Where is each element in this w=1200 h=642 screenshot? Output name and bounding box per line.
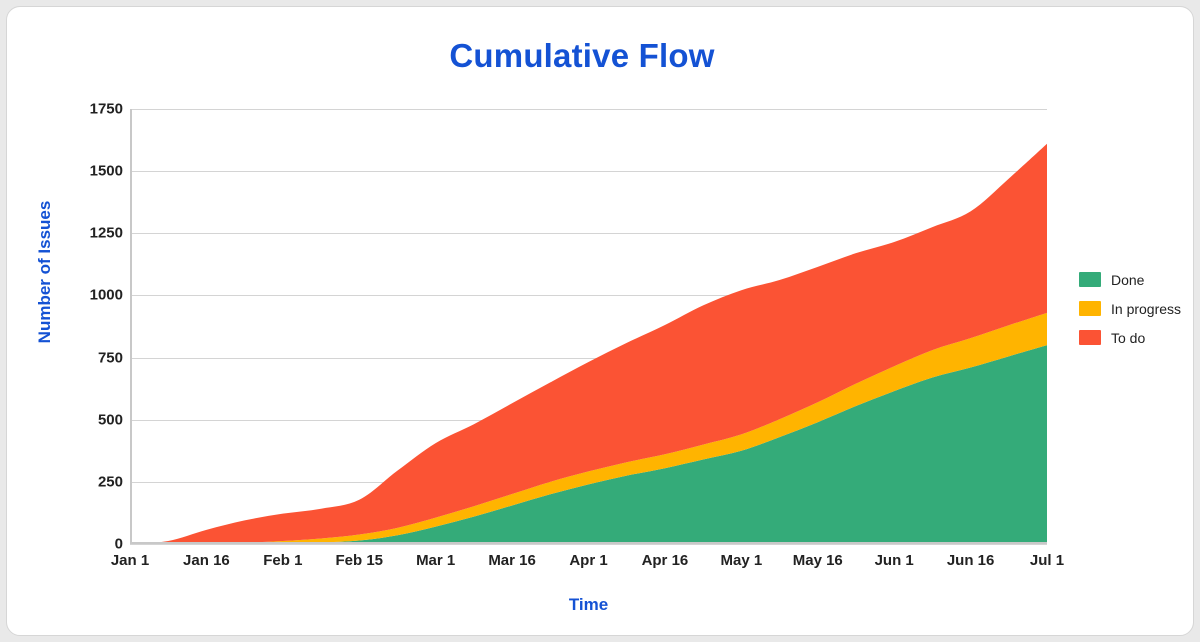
legend-item-label: To do [1111, 329, 1146, 346]
legend-item[interactable]: To do [1079, 323, 1189, 352]
chart-card: Cumulative Flow 0 250 500 750 1000 1250 1500 17… [6, 6, 1194, 636]
chart-legend: Done In progress To do [1079, 265, 1189, 352]
legend-item-label: In progress [1111, 300, 1182, 317]
gridline [130, 544, 1047, 545]
legend-item[interactable]: Done [1079, 265, 1189, 294]
x-axis-tick-label: Feb 15 [335, 552, 384, 569]
x-axis-tick-label: Jan 1 [110, 552, 150, 569]
x-axis-tick-label: Jun 16 [946, 552, 995, 569]
x-axis-tick-label: Apr 1 [569, 552, 608, 569]
legend-swatch-icon [1079, 272, 1101, 287]
y-axis-tick-label: 250 [97, 473, 123, 491]
x-axis-tick-label: May 16 [792, 552, 843, 569]
y-axis-tick-label: 0 [114, 535, 123, 553]
x-axis-tick-label: Apr 16 [641, 552, 689, 569]
y-axis-tick-labels: 0 250 500 750 1000 1250 1500 1750 [15, 101, 123, 553]
x-axis-tick-label: May 1 [720, 552, 763, 569]
x-axis-tick-label: Jul 1 [1029, 552, 1065, 569]
plot-area [130, 109, 1047, 545]
y-axis-tick-label: 500 [97, 411, 123, 429]
x-axis-tick-label: Jun 1 [874, 552, 914, 569]
x-axis-tick-labels: Jan 1 Jan 16 Feb 1 Feb 15 Mar 1 Mar 16 Apr 1 Ap… [111, 552, 1064, 576]
legend-swatch-icon [1079, 330, 1101, 345]
plot-frame [130, 109, 1047, 544]
x-axis-tick-label: Mar 16 [488, 552, 536, 569]
x-axis-tick-label: Mar 1 [416, 552, 456, 569]
y-axis-tick-label: 1750 [89, 100, 123, 118]
chart-title: Cumulative Flow [449, 37, 715, 74]
x-axis-tick-label: Feb 1 [263, 552, 303, 569]
legend-swatch-icon [1079, 301, 1101, 316]
y-axis-title: Number of Issues [35, 200, 54, 344]
legend-item-label: Done [1111, 271, 1145, 288]
legend-item[interactable]: In progress [1079, 294, 1189, 323]
x-axis-title: Time [568, 595, 609, 614]
x-axis-tick-label: Jan 16 [183, 552, 230, 569]
